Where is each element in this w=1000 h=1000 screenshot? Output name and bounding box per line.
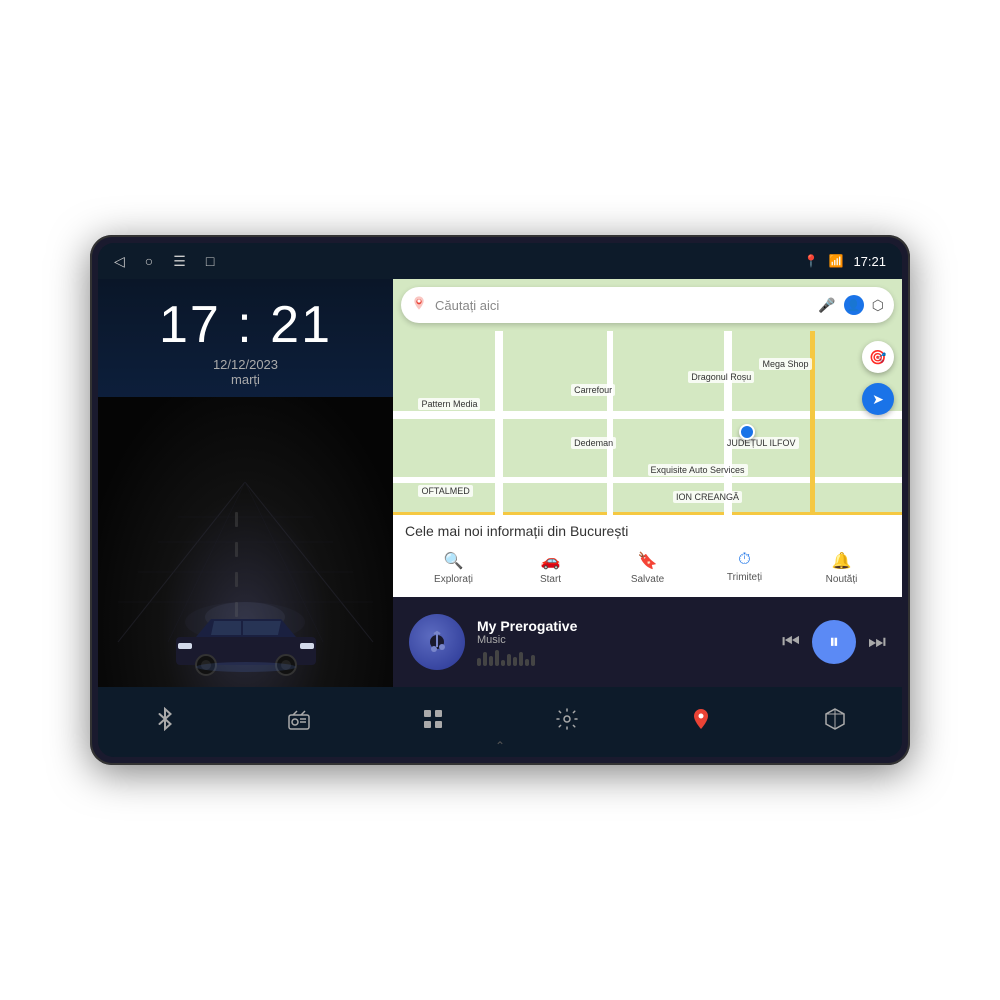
cube-icon	[823, 707, 847, 738]
home-icon[interactable]: ○	[145, 253, 153, 269]
car-image	[98, 397, 393, 687]
album-art	[409, 614, 465, 670]
clock-date: 12/12/2023	[213, 357, 278, 372]
tab-explorați[interactable]: 🔍 Explorați	[405, 547, 502, 589]
wifi-icon: 📶	[829, 254, 844, 268]
map-search-bar[interactable]: Căutați aici 🎤 👤 ⬡	[401, 287, 894, 323]
main-content: 17 : 21 12/12/2023 marți	[98, 279, 902, 687]
bluetooth-icon	[153, 707, 177, 738]
car-icon	[166, 607, 326, 677]
tab-trimiteți-label: Trimiteți	[727, 572, 762, 583]
nav-3d[interactable]	[823, 707, 847, 738]
google-maps-nav-icon	[689, 707, 713, 738]
place-label: JUDEȚUL ILFOV	[724, 437, 799, 449]
tab-explorați-label: Explorați	[434, 574, 473, 585]
tab-noutăți-label: Noutăți	[826, 574, 858, 585]
place-label: OFTALMED	[418, 485, 472, 497]
search-placeholder[interactable]: Căutați aici	[435, 298, 810, 313]
music-info: My Prerogative Music	[477, 618, 770, 666]
tab-start[interactable]: 🚗 Start	[502, 547, 599, 589]
news-icon: 🔔	[832, 551, 852, 571]
navigate-btn[interactable]: ➤	[862, 383, 894, 415]
next-button[interactable]: ⏭	[868, 631, 886, 654]
layers-icon[interactable]: ⬡	[872, 297, 884, 314]
tab-salvate[interactable]: 🔖 Salvate	[599, 547, 696, 589]
send-icon: ⏱	[738, 551, 750, 569]
nav-radio[interactable]	[287, 707, 311, 738]
music-subtitle: Music	[477, 634, 770, 646]
music-title: My Prerogative	[477, 618, 770, 634]
menu-icon[interactable]: ☰	[173, 253, 186, 270]
location-icon: 📍	[804, 254, 819, 268]
clock-day: marți	[231, 372, 260, 387]
status-bar: ◁ ○ ☰ □ 📍 📶 17:21	[98, 243, 902, 279]
radio-icon	[287, 707, 311, 738]
play-pause-button[interactable]: ⏸	[812, 620, 856, 664]
place-label: Pattern Media	[418, 398, 480, 410]
status-indicators: 📍 📶 17:21	[804, 254, 886, 269]
place-label: Dedeman	[571, 437, 616, 449]
place-label: ION CREANGĂ	[673, 491, 742, 503]
map-info-title: Cele mai noi informații din București	[405, 523, 890, 539]
home-indicator[interactable]: ⌃	[495, 739, 505, 753]
profile-icon[interactable]: 👤	[844, 295, 864, 315]
recent-icon[interactable]: □	[206, 253, 214, 269]
status-time: 17:21	[853, 254, 886, 269]
place-label: Dragonul Roșu	[688, 371, 754, 383]
apps-grid-icon	[421, 707, 445, 738]
tab-start-label: Start	[540, 574, 561, 585]
back-icon[interactable]: ◁	[114, 253, 125, 270]
place-label: Exquisite Auto Services	[648, 464, 748, 476]
settings-gear-icon	[555, 707, 579, 738]
car-display: ◁ ○ ☰ □ 📍 📶 17:21 17 : 21 12/12/2023 mar…	[90, 235, 910, 765]
nav-settings[interactable]	[555, 707, 579, 738]
nav-buttons: ◁ ○ ☰ □	[114, 253, 214, 270]
music-controls: ⏮ ⏸ ⏭	[782, 620, 886, 664]
map-info-box: Cele mai noi informații din București 🔍 …	[393, 515, 902, 597]
nav-bluetooth[interactable]	[153, 707, 177, 738]
prev-button[interactable]: ⏮	[782, 631, 800, 654]
left-panel: 17 : 21 12/12/2023 marți	[98, 279, 393, 687]
directions-icon: 🚗	[541, 551, 561, 571]
device-screen: ◁ ○ ☰ □ 📍 📶 17:21 17 : 21 12/12/2023 mar…	[98, 243, 902, 757]
music-waveform	[477, 646, 537, 666]
google-maps-icon	[411, 295, 427, 316]
nav-maps[interactable]	[689, 707, 713, 738]
place-label: Carrefour	[571, 384, 615, 396]
place-label: Mega Shop	[759, 358, 811, 370]
explore-icon: 🔍	[444, 551, 464, 571]
clock-time: 17 : 21	[159, 299, 332, 351]
tab-noutăți[interactable]: 🔔 Noutăți	[793, 547, 890, 589]
tab-trimiteți[interactable]: ⏱ Trimiteți	[696, 547, 793, 589]
bottom-nav: ⌃	[98, 687, 902, 757]
tab-salvate-label: Salvate	[631, 574, 664, 585]
music-player: My Prerogative Music	[393, 597, 902, 687]
map-search-icons: 🎤 👤 ⬡	[818, 295, 884, 315]
map-area[interactable]: Căutați aici 🎤 👤 ⬡	[393, 279, 902, 597]
map-tabs: 🔍 Explorați 🚗 Start 🔖 Salvate	[405, 547, 890, 589]
location-btn[interactable]: 🎯	[862, 341, 894, 373]
saved-icon: 🔖	[638, 551, 658, 571]
microphone-icon[interactable]: 🎤	[818, 297, 835, 314]
right-panel: Căutați aici 🎤 👤 ⬡	[393, 279, 902, 687]
nav-apps[interactable]	[421, 707, 445, 738]
